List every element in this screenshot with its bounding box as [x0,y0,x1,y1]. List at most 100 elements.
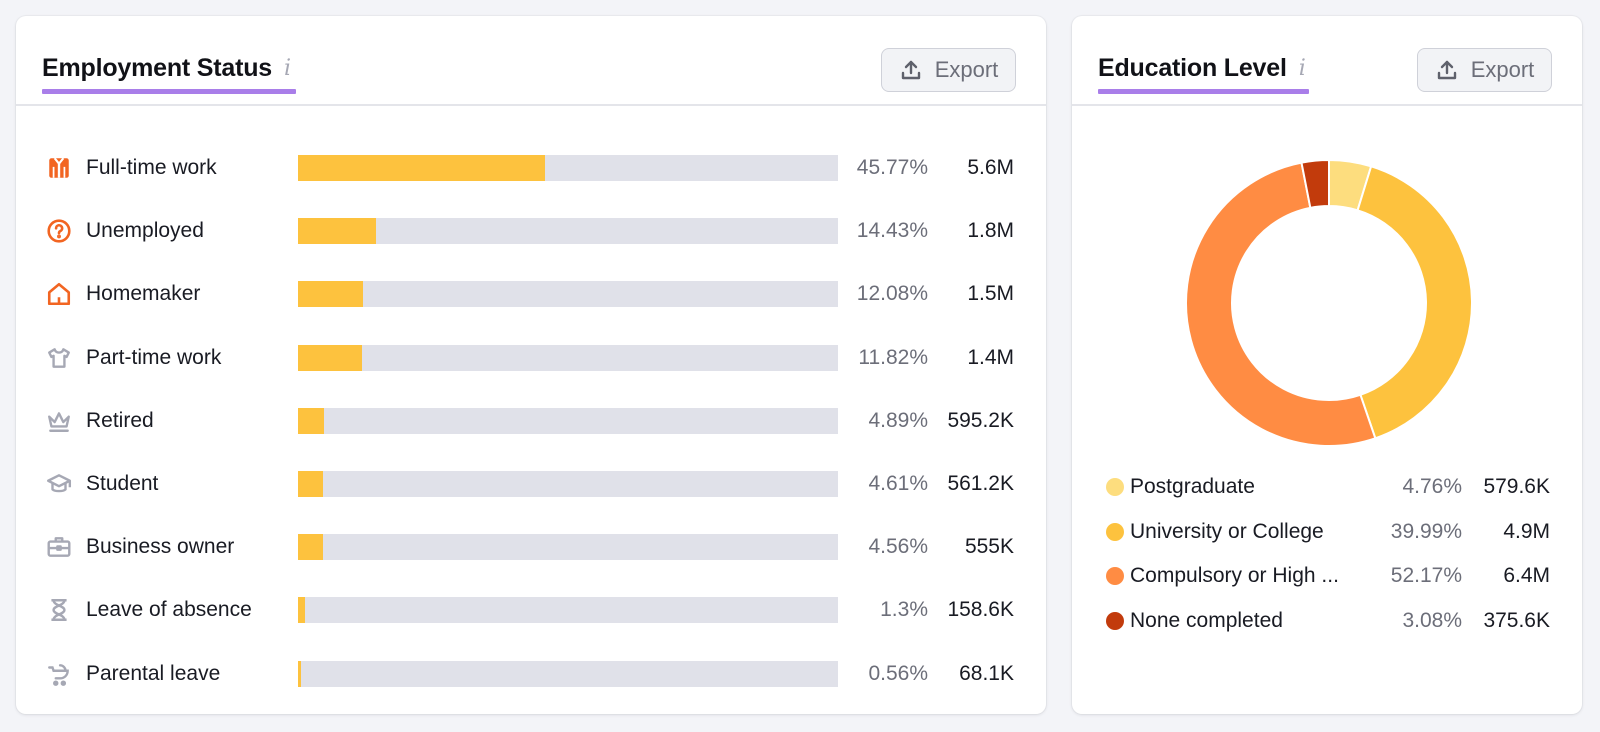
employment-percent: 1.3% [880,598,928,622]
employment-bar-track [298,660,838,687]
legend-value: 6.4M [1503,564,1550,587]
employment-value: 1.4M [967,345,1014,369]
employment-bar [298,534,323,561]
employment-label: Full-time work [86,156,217,179]
employment-label: Part-time work [86,345,222,369]
employment-percent: 4.56% [868,535,928,559]
employment-bar [298,660,302,687]
export-label: Export [1470,57,1535,82]
employment-value: 595.2K [947,408,1014,432]
employment-bar-track [298,155,838,181]
employment-label: Parental leave [86,661,221,685]
employment-bar [298,344,362,371]
upload-icon [901,60,920,80]
employment-row: Parental leave 0.56% 68.1K [16,654,1046,694]
employment-value: 5.6M [967,156,1014,179]
legend-label: Compulsory or High ... [1130,564,1339,587]
legend-dot [1106,611,1124,630]
hourglass-icon [46,597,72,623]
employment-percent: 4.89% [868,408,928,432]
employment-row: Leave of absence 1.3% 158.6K [16,590,1046,630]
employment-row: Unemployed 14.43% 1.8M [16,211,1046,251]
info-icon[interactable]: i [284,56,291,81]
legend-percent: 4.76% [1402,475,1462,498]
employment-percent: 45.77% [856,156,928,179]
house-icon [46,281,72,307]
legend-dot [1106,522,1124,541]
employment-bar-track [298,344,838,371]
employment-bar-track [298,218,838,245]
crown-icon [46,408,72,434]
employment-label: Unemployed [86,219,204,243]
employment-title-wrap: Employment Status i [42,54,291,83]
education-export-button[interactable]: Export [1417,48,1552,92]
question-circle-icon [46,218,72,244]
employment-percent: 14.43% [856,219,928,243]
education-title-wrap: Education Level i [1098,54,1306,83]
legend-value: 4.9M [1503,519,1550,543]
legend-label: None completed [1130,608,1283,632]
employment-label: Leave of absence [86,598,252,622]
shirt-tie-icon [46,155,72,181]
employment-bar-track [298,534,838,561]
employment-row: Student 4.61% 561.2K [16,464,1046,504]
employment-title: Employment Status [42,54,272,82]
legend-dot [1106,478,1124,496]
employment-label: Retired [86,408,154,432]
legend-percent: 52.17% [1390,564,1462,587]
legend-value: 579.6K [1483,475,1550,498]
employment-value: 68.1K [959,661,1014,685]
employment-row: Homemaker 12.08% 1.5M [16,274,1046,314]
employment-label: Student [86,472,159,495]
education-title: Education Level [1098,54,1287,82]
employment-bar [298,407,325,434]
employment-export-button[interactable]: Export [881,48,1016,92]
legend-item[interactable]: University or College 39.99% 4.9M [1072,515,1582,549]
legend-label: Postgraduate [1130,475,1255,498]
employment-card-header: Employment Status i Export [16,16,1046,106]
employment-status-card: Employment Status i Export Full-time wor… [16,16,1046,714]
legend-label: University or College [1130,519,1324,543]
donut-slice[interactable] [1356,165,1473,440]
employment-percent: 11.82% [858,345,928,369]
employment-percent: 12.08% [856,282,928,306]
employment-value: 158.6K [947,598,1014,622]
legend-item[interactable]: Compulsory or High ... 52.17% 6.4M [1072,559,1582,593]
employment-bar-track [298,281,838,308]
employment-bar [298,597,306,624]
title-underline [42,89,296,94]
t-shirt-icon [46,345,72,371]
employment-bar-track [298,407,838,434]
education-donut-chart [1185,158,1473,447]
graduation-cap-icon [46,471,72,497]
employment-bar [298,471,323,497]
employment-value: 1.5M [967,282,1014,306]
briefcase-icon [46,534,72,560]
employment-row: Full-time work 45.77% 5.6M [16,148,1046,188]
legend-percent: 3.08% [1402,608,1462,632]
legend-value: 375.6K [1483,608,1550,632]
employment-row: Part-time work 11.82% 1.4M [16,338,1046,378]
employment-bar [298,218,376,245]
legend-item[interactable]: Postgraduate 4.76% 579.6K [1072,470,1582,504]
employment-bar [298,155,546,181]
employment-bar-track [298,471,838,497]
legend-dot [1106,567,1124,585]
employment-percent: 0.56% [868,661,928,685]
employment-bar [298,281,364,308]
employment-label: Business owner [86,535,235,559]
employment-row: Retired 4.89% 595.2K [16,401,1046,441]
employment-value: 561.2K [947,472,1014,495]
legend-percent: 39.99% [1390,519,1462,543]
education-card-header: Education Level i Export [1072,16,1582,106]
info-icon[interactable]: i [1299,56,1306,81]
upload-icon [1437,60,1456,80]
legend-item[interactable]: None completed 3.08% 375.6K [1072,604,1582,638]
employment-percent: 4.61% [868,472,928,495]
title-underline [1098,89,1309,94]
employment-row: Business owner 4.56% 555K [16,527,1046,567]
employment-value: 1.8M [967,219,1014,243]
employment-value: 555K [964,535,1014,559]
export-label: Export [934,57,999,82]
education-level-card: Education Level i Export Postgraduate 4.… [1072,16,1582,714]
